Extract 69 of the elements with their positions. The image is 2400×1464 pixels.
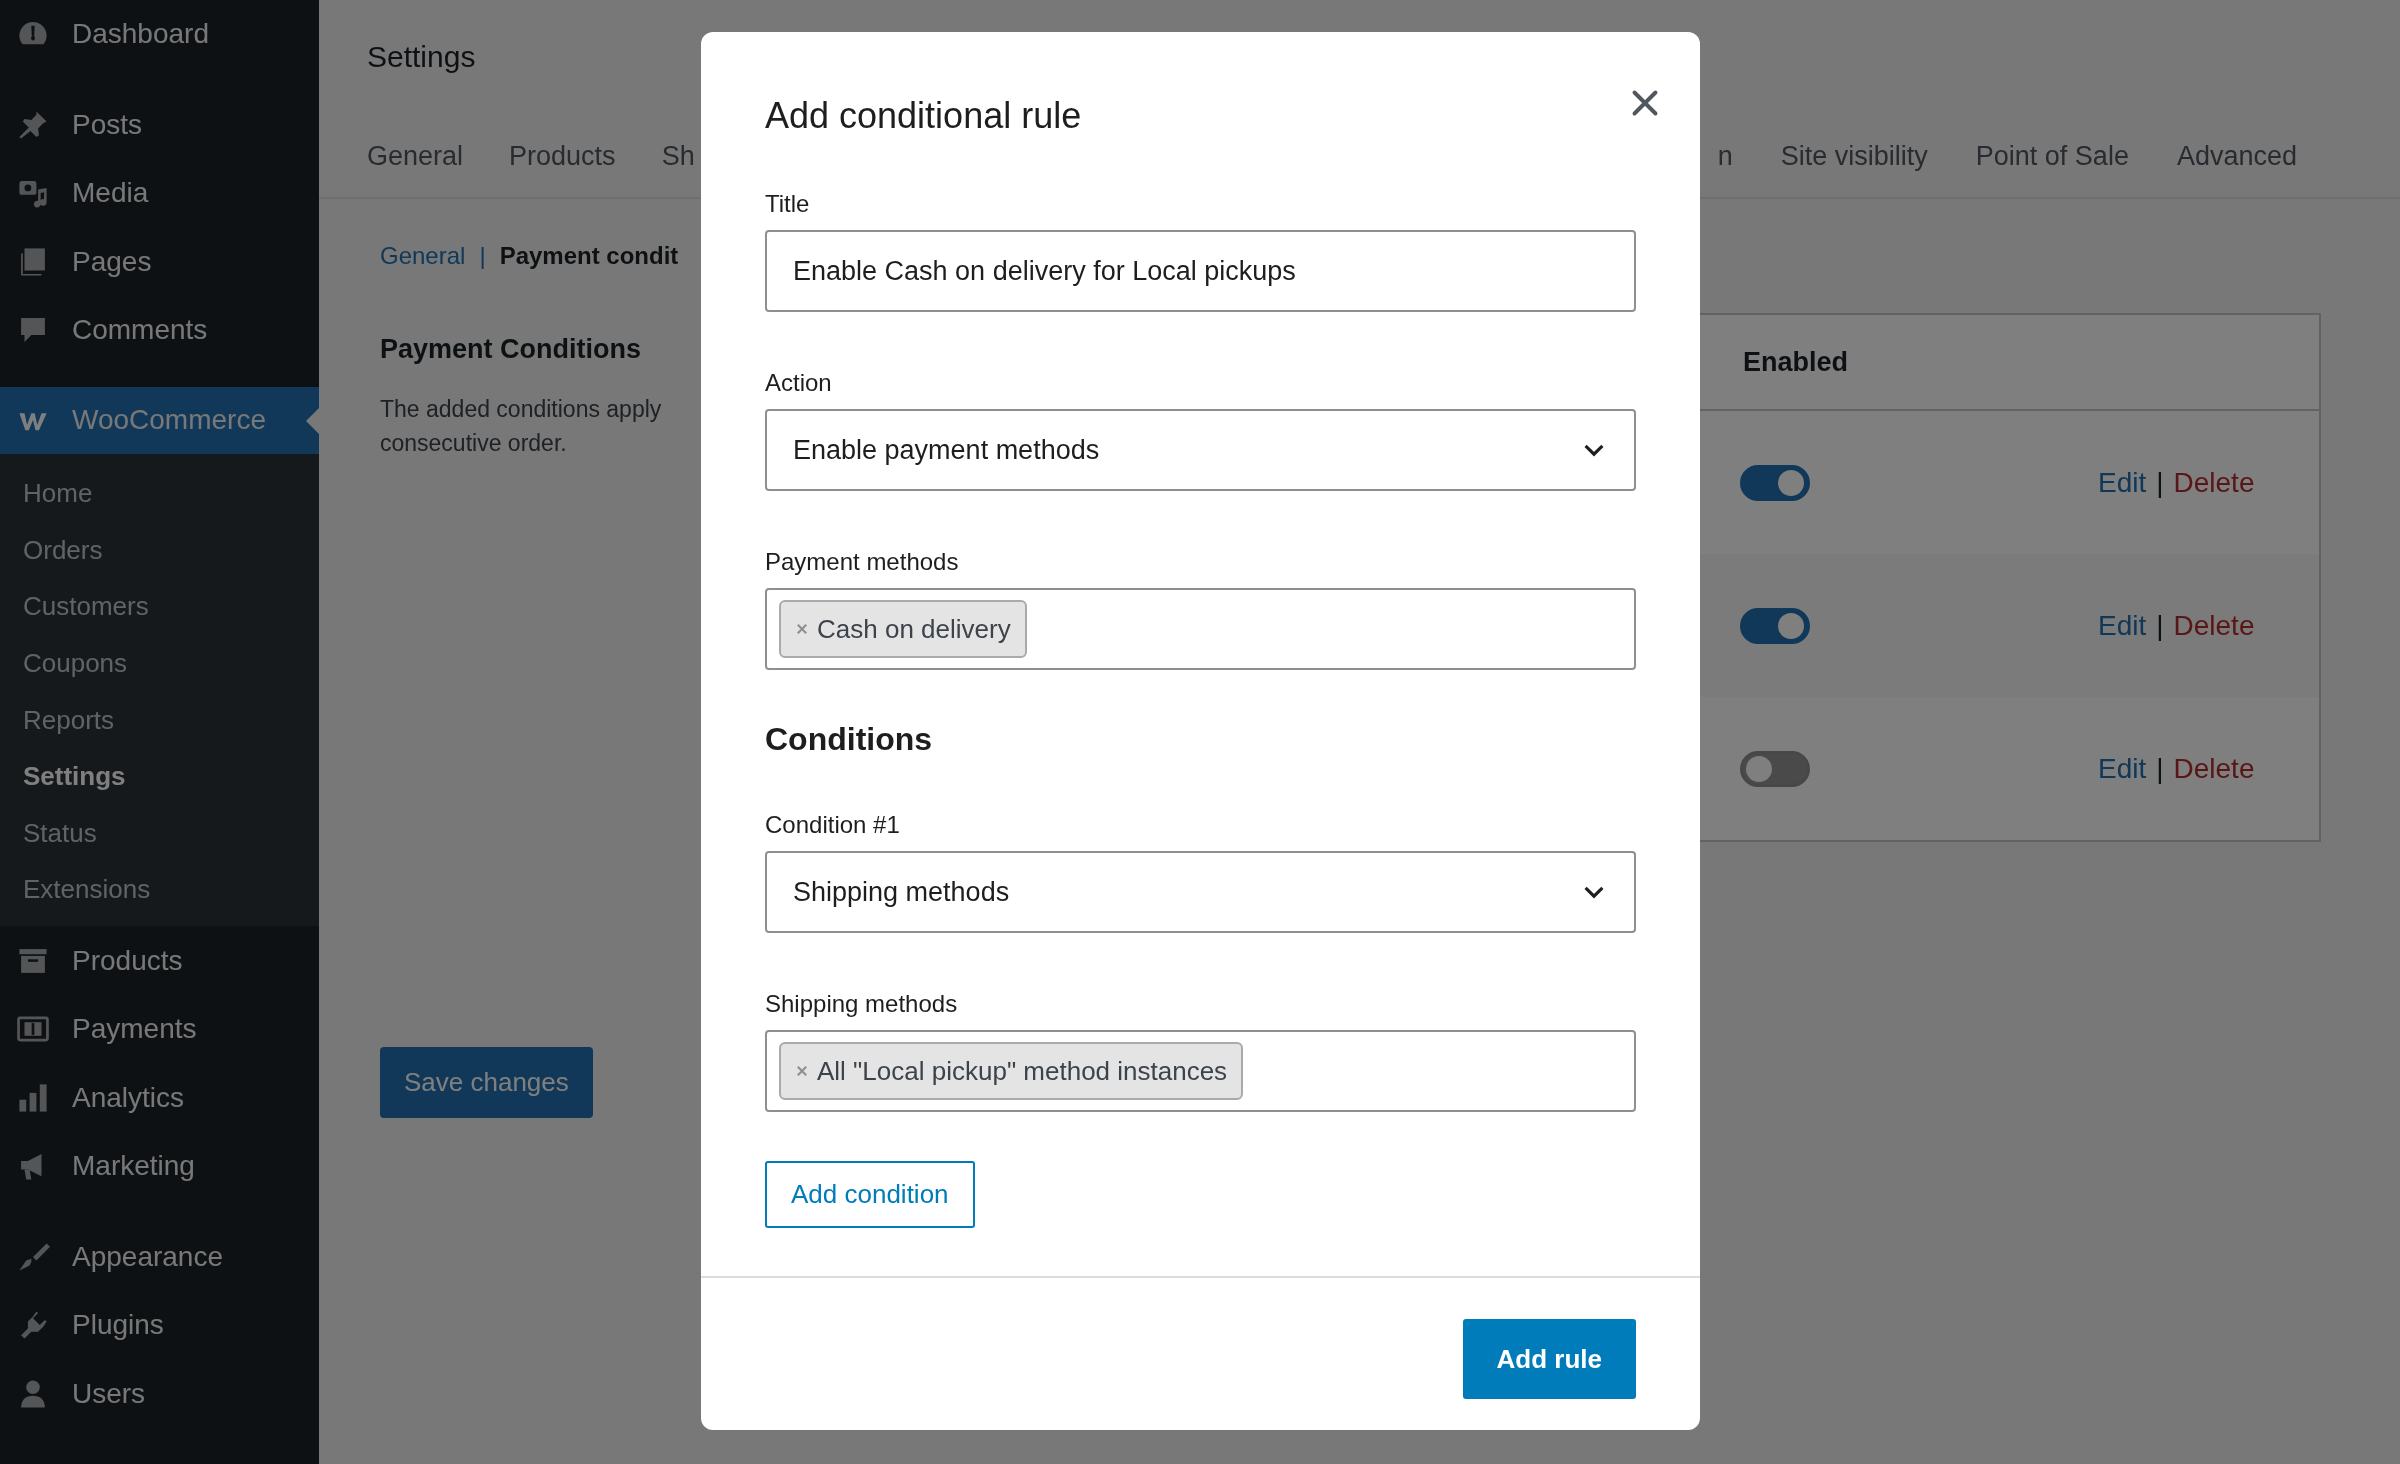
sidebar-item[interactable]: Media — [0, 159, 319, 228]
link-separator: | — [2156, 609, 2164, 642]
edit-link[interactable]: Edit — [2098, 609, 2147, 642]
settings-tab[interactable]: Sh — [661, 138, 695, 174]
toggle-switch[interactable] — [1740, 607, 1810, 644]
breadcrumb-link[interactable]: General — [380, 239, 466, 273]
submenu-item[interactable]: Customers — [0, 578, 319, 636]
delete-link[interactable]: Delete — [2173, 609, 2255, 642]
token-chip[interactable]: All "Local pickup" method instances — [779, 1042, 1244, 1100]
submenu-item[interactable]: Home — [0, 465, 319, 523]
field-label: Action — [765, 368, 832, 398]
submenu-item[interactable]: Coupons — [0, 635, 319, 692]
close-icon[interactable] — [1630, 88, 1660, 118]
section-heading: Payment Conditions — [380, 333, 642, 366]
submenu-item[interactable]: Settings — [0, 748, 319, 806]
page-title: Settings — [367, 39, 477, 75]
settings-tab[interactable]: General — [367, 138, 464, 174]
settings-tab[interactable]: Products — [509, 138, 616, 174]
toggle-switch[interactable] — [1740, 464, 1810, 501]
sidebar-item[interactable]: Products — [0, 926, 319, 995]
settings-tab[interactable]: Advanced — [2176, 138, 2297, 174]
sidebar-item[interactable]: Pages — [0, 227, 319, 296]
settings-tab[interactable]: Site visibility — [1780, 138, 1928, 174]
text-field[interactable]: Enable Cash on delivery for Local pickups — [765, 230, 1636, 312]
token-field[interactable]: All "Local pickup" method instances — [765, 1030, 1636, 1112]
settings-tab[interactable]: n — [1717, 138, 1733, 174]
toggle-switch[interactable] — [1740, 750, 1810, 787]
conditions-heading: Conditions — [765, 720, 933, 759]
delete-link[interactable]: Delete — [2173, 466, 2255, 499]
description-text: consecutive order. — [380, 429, 568, 458]
settings-tab[interactable]: Point of Sale — [1975, 138, 2129, 174]
select-field[interactable]: Shipping methods — [765, 851, 1636, 933]
submenu-item[interactable]: Status — [0, 805, 319, 862]
menu-pointer — [306, 407, 319, 434]
field-label: Title — [765, 189, 810, 219]
save-button[interactable]: Save changes — [380, 1047, 593, 1118]
field-label: Payment methods — [765, 547, 959, 577]
edit-link[interactable]: Edit — [2098, 752, 2147, 785]
dialog-title: Add conditional rule — [765, 94, 1082, 138]
sidebar-item[interactable]: WooCommerce — [0, 386, 319, 454]
submenu-item[interactable]: Orders — [0, 522, 319, 579]
delete-link[interactable]: Delete — [2173, 752, 2255, 785]
sidebar-item[interactable]: Marketing — [0, 1131, 319, 1201]
sidebar-item[interactable]: Users — [0, 1359, 319, 1428]
select-field[interactable]: Enable payment methods — [765, 409, 1636, 491]
sidebar-item[interactable]: Dashboard — [0, 0, 319, 69]
field-label: Condition #1 — [765, 810, 900, 840]
link-separator: | — [2156, 466, 2164, 499]
remove-icon[interactable] — [795, 1064, 809, 1078]
sidebar-item[interactable]: Comments — [0, 296, 319, 365]
token-chip[interactable]: Cash on delivery — [779, 600, 1027, 658]
add-rule-button[interactable]: Add rule — [1462, 1319, 1636, 1399]
sidebar-item[interactable]: Payments — [0, 994, 319, 1064]
link-separator: | — [2156, 752, 2164, 785]
breadcrumb-current: Payment condit — [499, 241, 679, 271]
add-condition-button[interactable]: Add condition — [765, 1161, 975, 1228]
edit-link[interactable]: Edit — [2098, 466, 2147, 499]
field-label: Shipping methods — [765, 989, 958, 1019]
description-text: The added conditions apply — [380, 395, 662, 424]
token-field[interactable]: Cash on delivery — [765, 588, 1636, 670]
sidebar-item[interactable]: Plugins — [0, 1290, 319, 1360]
column-header: Enabled — [1742, 346, 1849, 378]
sidebar-item[interactable]: Posts — [0, 90, 319, 159]
breadcrumb-separator: | — [479, 241, 486, 271]
submenu-item[interactable]: Extensions — [0, 861, 319, 919]
sidebar-item[interactable]: Analytics — [0, 1063, 319, 1132]
remove-icon[interactable] — [795, 622, 809, 636]
submenu-item[interactable]: Reports — [0, 691, 319, 749]
sidebar-item[interactable]: Appearance — [0, 1222, 319, 1291]
